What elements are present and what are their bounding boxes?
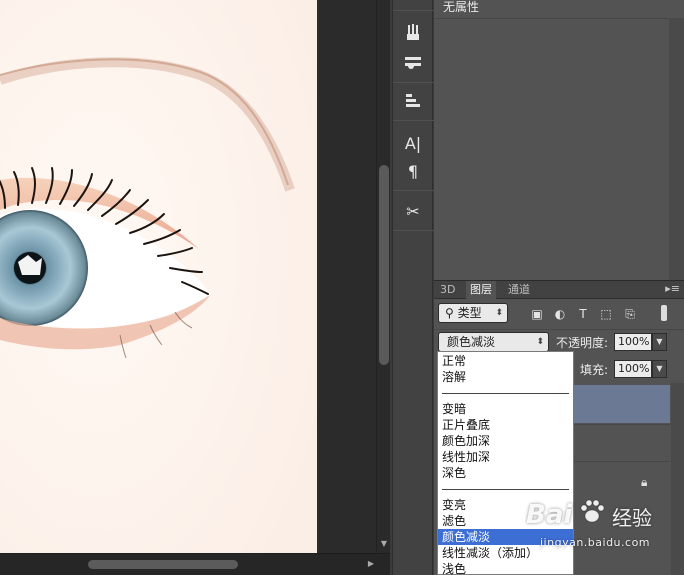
smart-object-filter-icon[interactable]: ⎘ xyxy=(622,306,638,322)
layer-row-selected[interactable] xyxy=(574,385,670,423)
tool-separator xyxy=(393,120,434,121)
filter-toggle[interactable] xyxy=(661,305,667,321)
dropdown-separator xyxy=(442,393,569,394)
fill-input[interactable]: 100% xyxy=(614,360,652,378)
layer-row[interactable] xyxy=(574,424,670,462)
tool-separator xyxy=(393,190,434,191)
paragraph-icon[interactable]: ¶ xyxy=(399,160,427,184)
panel-menu-icon[interactable]: ▸≡ xyxy=(665,282,680,295)
fill-label: 填充: xyxy=(580,363,609,377)
canvas-pasteboard xyxy=(317,0,376,553)
shape-filter-icon[interactable]: ⬚ xyxy=(598,306,614,322)
watermark-jingyan-text: 经验 xyxy=(612,506,652,530)
photoshop-window: ▼ ▶ A| ¶ ✂ 无属性 3D 图层 通道 ▸≡ ⚲ 类型 ⬍ ▣ ◐ T … xyxy=(0,0,684,575)
baidu-watermark: Bai 经验 jingyan.baidu.com xyxy=(520,496,680,558)
properties-scrollbar[interactable] xyxy=(669,18,684,280)
opacity-dropdown-icon[interactable]: ▼ xyxy=(652,333,667,351)
blend-option-lighter-color[interactable]: 浅色 xyxy=(438,561,573,575)
character-icon[interactable]: A| xyxy=(399,132,427,156)
fill-dropdown-icon[interactable]: ▼ xyxy=(652,360,667,378)
image-filter-icon[interactable]: ▣ xyxy=(529,306,545,322)
blend-mode-select[interactable]: 颜色减淡 ⬍ xyxy=(438,332,549,352)
blend-option-linear-burn[interactable]: 线性加深 xyxy=(438,449,573,465)
horizontal-scroll-thumb[interactable] xyxy=(88,560,238,569)
scroll-down-icon[interactable]: ▼ xyxy=(379,539,389,549)
filter-selected-label: 类型 xyxy=(457,306,482,320)
blend-option-darker-color[interactable]: 深色 xyxy=(438,465,573,481)
layer-comps-icon[interactable] xyxy=(399,90,427,114)
canvas-vertical-scrollbar[interactable]: ▼ xyxy=(376,0,390,553)
tool-separator xyxy=(393,82,434,83)
eye-image xyxy=(0,0,317,553)
properties-title: 无属性 xyxy=(443,0,480,14)
eye-photo xyxy=(0,0,317,553)
layers-tabbar: 3D 图层 通道 ▸≡ xyxy=(434,281,684,299)
properties-body xyxy=(434,18,671,280)
vertical-scroll-thumb[interactable] xyxy=(379,165,389,365)
chevron-updown-icon: ⬍ xyxy=(536,337,544,347)
tab-layers[interactable]: 图层 xyxy=(466,281,496,299)
tool-separator xyxy=(393,230,434,231)
blend-option-dissolve[interactable]: 溶解 xyxy=(438,369,573,385)
opacity-label: 不透明度: xyxy=(556,336,609,350)
watermark-logo-text: Bai xyxy=(526,500,573,530)
tool-separator xyxy=(393,10,434,11)
filter-search-icon: ⚲ xyxy=(445,306,458,320)
blend-option-darken[interactable]: 变暗 xyxy=(438,401,573,417)
brush-preset-icon[interactable] xyxy=(399,22,427,46)
blend-option-normal[interactable]: 正常 xyxy=(438,353,573,369)
tool-presets-icon[interactable] xyxy=(399,52,427,76)
layer-filter-row: ⚲ 类型 ⬍ ▣ ◐ T ⬚ ⎘ xyxy=(434,301,684,327)
chevron-updown-icon: ⬍ xyxy=(495,308,503,318)
tools-icon[interactable]: ✂ xyxy=(399,200,427,224)
blend-option-multiply[interactable]: 正片叠底 xyxy=(438,417,573,433)
lock-icon: 🔒︎ xyxy=(641,475,648,489)
adjustment-filter-icon[interactable]: ◐ xyxy=(552,306,568,322)
paw-icon xyxy=(580,499,605,523)
blend-option-color-burn[interactable]: 颜色加深 xyxy=(438,433,573,449)
document-canvas-area[interactable] xyxy=(0,0,376,553)
watermark-url: jingyan.baidu.com xyxy=(540,536,651,549)
scroll-right-icon[interactable]: ▶ xyxy=(368,559,374,568)
tab-3d[interactable]: 3D xyxy=(436,281,459,299)
canvas-horizontal-scrollbar[interactable]: ▶ xyxy=(0,553,390,575)
opacity-input[interactable]: 100% xyxy=(614,333,652,351)
tab-channels[interactable]: 通道 xyxy=(504,281,534,299)
panel-icon-strip: A| ¶ ✂ xyxy=(392,0,434,575)
blend-mode-value: 颜色减淡 xyxy=(447,335,496,349)
dropdown-separator xyxy=(442,489,569,490)
type-filter-icon[interactable]: T xyxy=(575,306,591,322)
properties-panel: 无属性 xyxy=(434,0,684,280)
layer-filter-select[interactable]: ⚲ 类型 ⬍ xyxy=(438,303,508,323)
